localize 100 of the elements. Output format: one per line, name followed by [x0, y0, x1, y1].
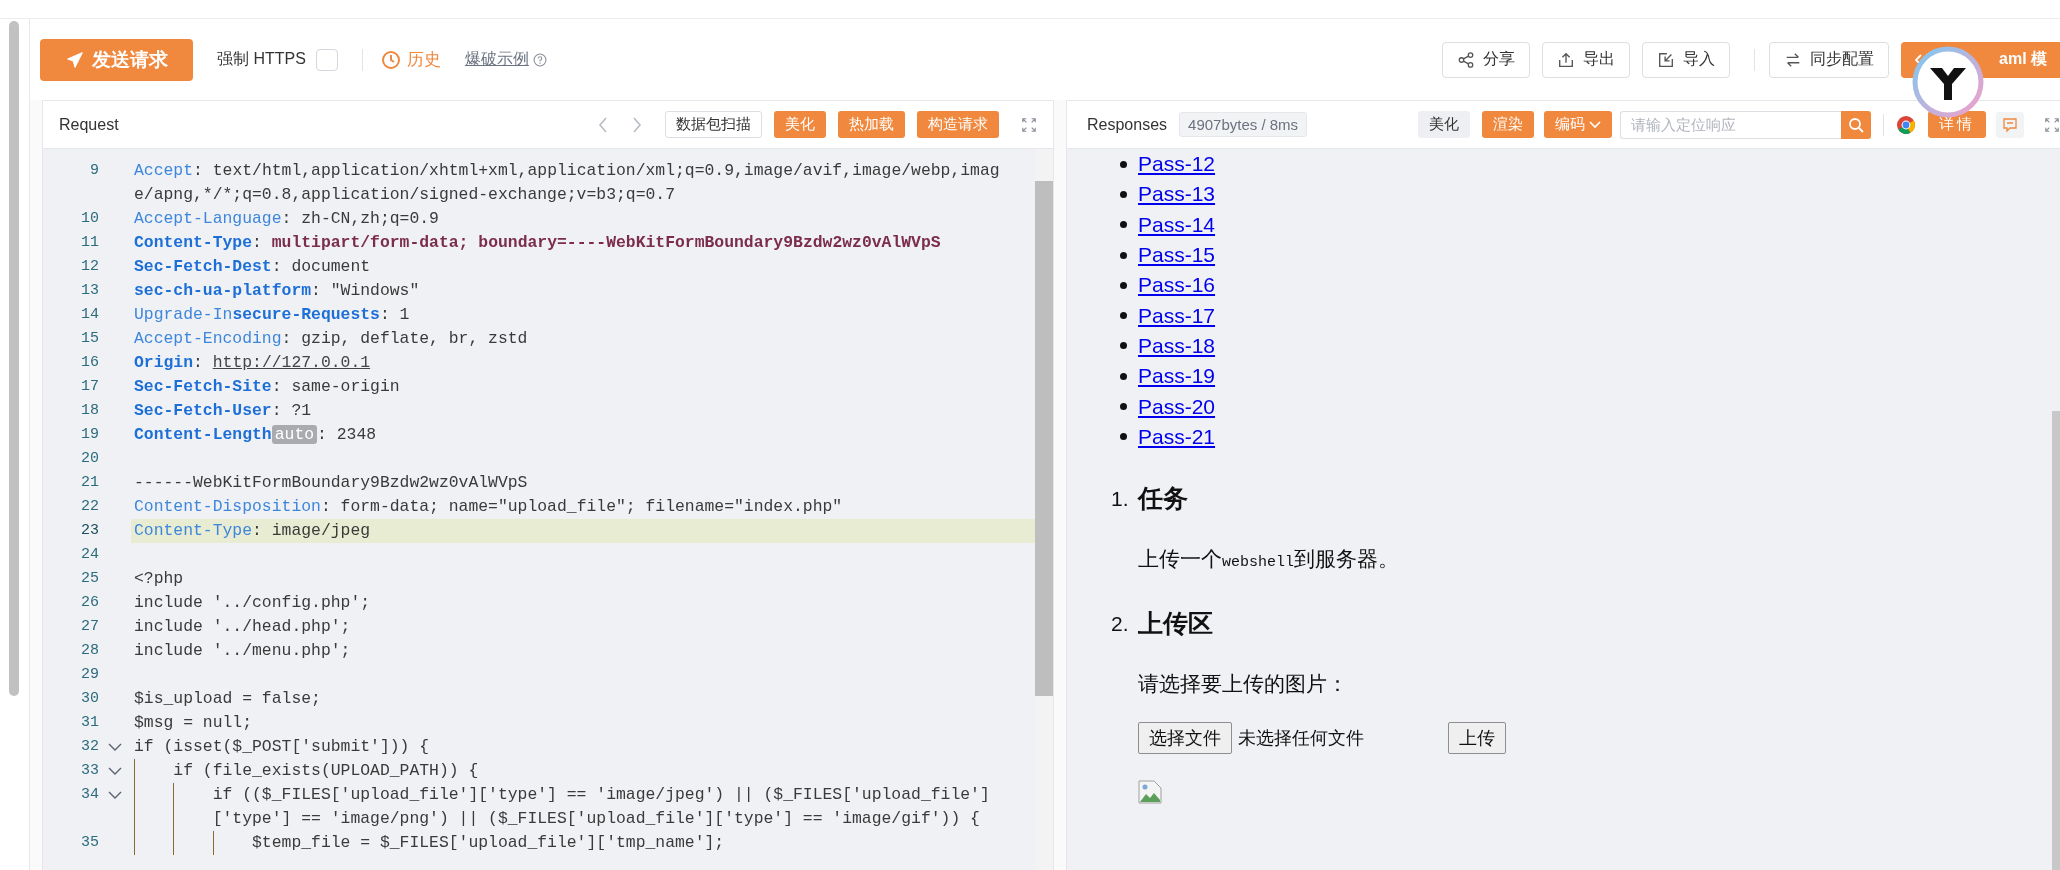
code-line: if (isset($_POST['submit'])) {	[134, 736, 431, 758]
line-number: 19	[80, 425, 99, 445]
pass-link[interactable]: Pass-13	[1138, 182, 1216, 207]
bullet-icon	[1120, 221, 1127, 229]
upload-button[interactable]: 上传	[1448, 721, 1506, 754]
scrollbar-thumb[interactable]	[1035, 181, 1053, 696]
caret-icon	[1589, 120, 1601, 129]
line-number: 10	[80, 209, 99, 229]
code-line: $is_upload = false;	[134, 688, 322, 710]
search-field[interactable]: 请输入定位响应	[1620, 110, 1841, 139]
line-number: 22	[80, 497, 99, 517]
line-number: 29	[80, 665, 99, 685]
code-line: ------WebKitFormBoundary9Bzdw2wz0vAlWVpS	[134, 472, 529, 494]
bullet-icon	[1120, 190, 1127, 198]
request-title: Request	[59, 115, 119, 134]
comment-icon[interactable]	[1996, 111, 2024, 138]
bullet-icon	[1120, 281, 1127, 289]
search-button[interactable]	[1841, 110, 1871, 139]
search-icon	[1848, 116, 1864, 133]
toolbar-button[interactable]: 导出	[1542, 41, 1630, 78]
pass-link[interactable]: Pass-18	[1138, 333, 1216, 358]
code-line: Accept-Language: zh-CN,zh;q=0.9	[134, 208, 440, 230]
line-number: 27	[80, 617, 99, 637]
code-line: $temp_file = $_FILES['upload_file']['tmp_name'];	[252, 832, 726, 854]
line-number: 21	[80, 473, 99, 493]
paper-plane-icon	[65, 50, 84, 69]
bullet-icon	[1120, 160, 1127, 168]
fold-icon[interactable]	[108, 790, 122, 800]
line-number: 12	[80, 257, 99, 277]
line-number: 14	[80, 305, 99, 325]
line-number: 28	[80, 641, 99, 661]
pass-link[interactable]: Pass-21	[1138, 424, 1216, 449]
force-https-checkbox[interactable]	[315, 48, 338, 71]
scrollbar-thumb[interactable]	[2052, 411, 2060, 870]
fold-icon[interactable]	[108, 766, 122, 776]
response-stats: 4907bytes / 8ms	[1179, 112, 1308, 137]
toolbar-button[interactable]: 同步配置	[1769, 41, 1889, 78]
code-line: Origin: http://127.0.0.1	[134, 352, 372, 374]
responses-title: Responses	[1087, 115, 1168, 134]
section-heading: 任务	[1138, 483, 1188, 515]
export-icon	[1557, 50, 1575, 69]
pass-link[interactable]: Pass-16	[1138, 273, 1216, 298]
code-line: if (file_exists(UPLOAD_PATH)) {	[173, 760, 480, 782]
line-number: 26	[80, 593, 99, 613]
choose-file-button[interactable]: 选择文件	[1138, 721, 1232, 754]
scrollbar-thumb[interactable]	[9, 21, 19, 696]
line-number: 24	[80, 545, 99, 565]
section-heading: 上传区	[1138, 608, 1213, 640]
pass-link[interactable]: Pass-20	[1138, 394, 1216, 419]
upload-prompt: 请选择要上传的图片：	[1138, 670, 1349, 697]
line-number: 33	[80, 761, 99, 781]
fullscreen-icon[interactable]	[1021, 116, 1037, 133]
code-line: Content-Type: multipart/form-data; boundary=----WebKitFormBoundary9Bzdw2wz0vAlWVpS	[134, 232, 942, 254]
fold-icon[interactable]	[108, 742, 122, 752]
line-number: 30	[80, 689, 99, 709]
file-status: 未选择任何文件	[1238, 726, 1365, 750]
code-line: Sec-Fetch-Site: same-origin	[134, 376, 401, 398]
browser-icon[interactable]	[1896, 114, 1916, 135]
code-line: if (($_FILES['upload_file']['type'] == 'image/jpeg') || ($_FILES['upload_file']['type'] == 'image/png') || ($_FILES['upload_file']['type'] == 'image/gif')) {	[212, 784, 991, 830]
code-line: Accept-Encoding: gzip, deflate, br, zstd	[134, 328, 529, 350]
code-line: include '../head.php';	[134, 616, 352, 638]
help-icon[interactable]	[532, 52, 547, 67]
bullet-icon	[1120, 433, 1127, 441]
section-number: 1.	[1111, 486, 1129, 511]
bullet-icon	[1120, 312, 1127, 320]
toolbar-button[interactable]: 导入	[1642, 41, 1730, 78]
pass-link[interactable]: Pass-12	[1138, 152, 1216, 177]
toolbar-button[interactable]: 分享	[1442, 41, 1530, 78]
code-line: Sec-Fetch-Dest: document	[134, 256, 372, 278]
pass-link[interactable]: Pass-14	[1138, 212, 1216, 237]
line-number: 23	[80, 521, 99, 541]
view-mode-tab[interactable]: 美化	[1418, 111, 1470, 138]
bullet-icon	[1120, 372, 1127, 380]
code-line: include '../menu.php';	[134, 640, 352, 662]
section-number: 2.	[1111, 611, 1129, 636]
bullet-icon	[1120, 251, 1127, 259]
line-number: 17	[80, 377, 99, 397]
line-number: 35	[80, 833, 99, 853]
code-line: include '../config.php';	[134, 592, 372, 614]
fullscreen-icon[interactable]	[2044, 116, 2060, 133]
pass-link[interactable]: Pass-15	[1138, 243, 1216, 268]
line-number: 9	[89, 161, 99, 181]
code-line: Content-Type: image/jpeg	[134, 520, 372, 542]
code-line: sec-ch-ua-platform: "Windows"	[134, 280, 421, 302]
code-line: Content-Disposition: form-data; name="upload_file"; filename="index.php"	[134, 496, 844, 518]
line-number: 16	[80, 353, 99, 373]
burst-example-link[interactable]: 爆破示例	[464, 49, 529, 70]
code-line: Accept: text/html,application/xhtml+xml,application/xml;q=0.9,image/avif,image/webp,image/apng,*/*;q=0.8,application/signed-exchange;v=b3;q=0.7	[134, 160, 1001, 206]
code-line: Content-Length auto : 2348	[134, 424, 378, 446]
import-icon	[1657, 50, 1675, 69]
request-action-button[interactable]: 数据包扫描	[665, 111, 762, 138]
bullet-icon	[1120, 342, 1127, 350]
pass-link[interactable]: Pass-19	[1138, 364, 1216, 389]
line-number: 13	[80, 281, 99, 301]
clock-icon	[380, 49, 401, 70]
line-number: 20	[80, 449, 99, 469]
line-number: 15	[80, 329, 99, 349]
pass-link[interactable]: Pass-17	[1138, 303, 1216, 328]
share-icon	[1457, 50, 1475, 69]
code-line: Sec-Fetch-User: ?1	[134, 400, 313, 422]
